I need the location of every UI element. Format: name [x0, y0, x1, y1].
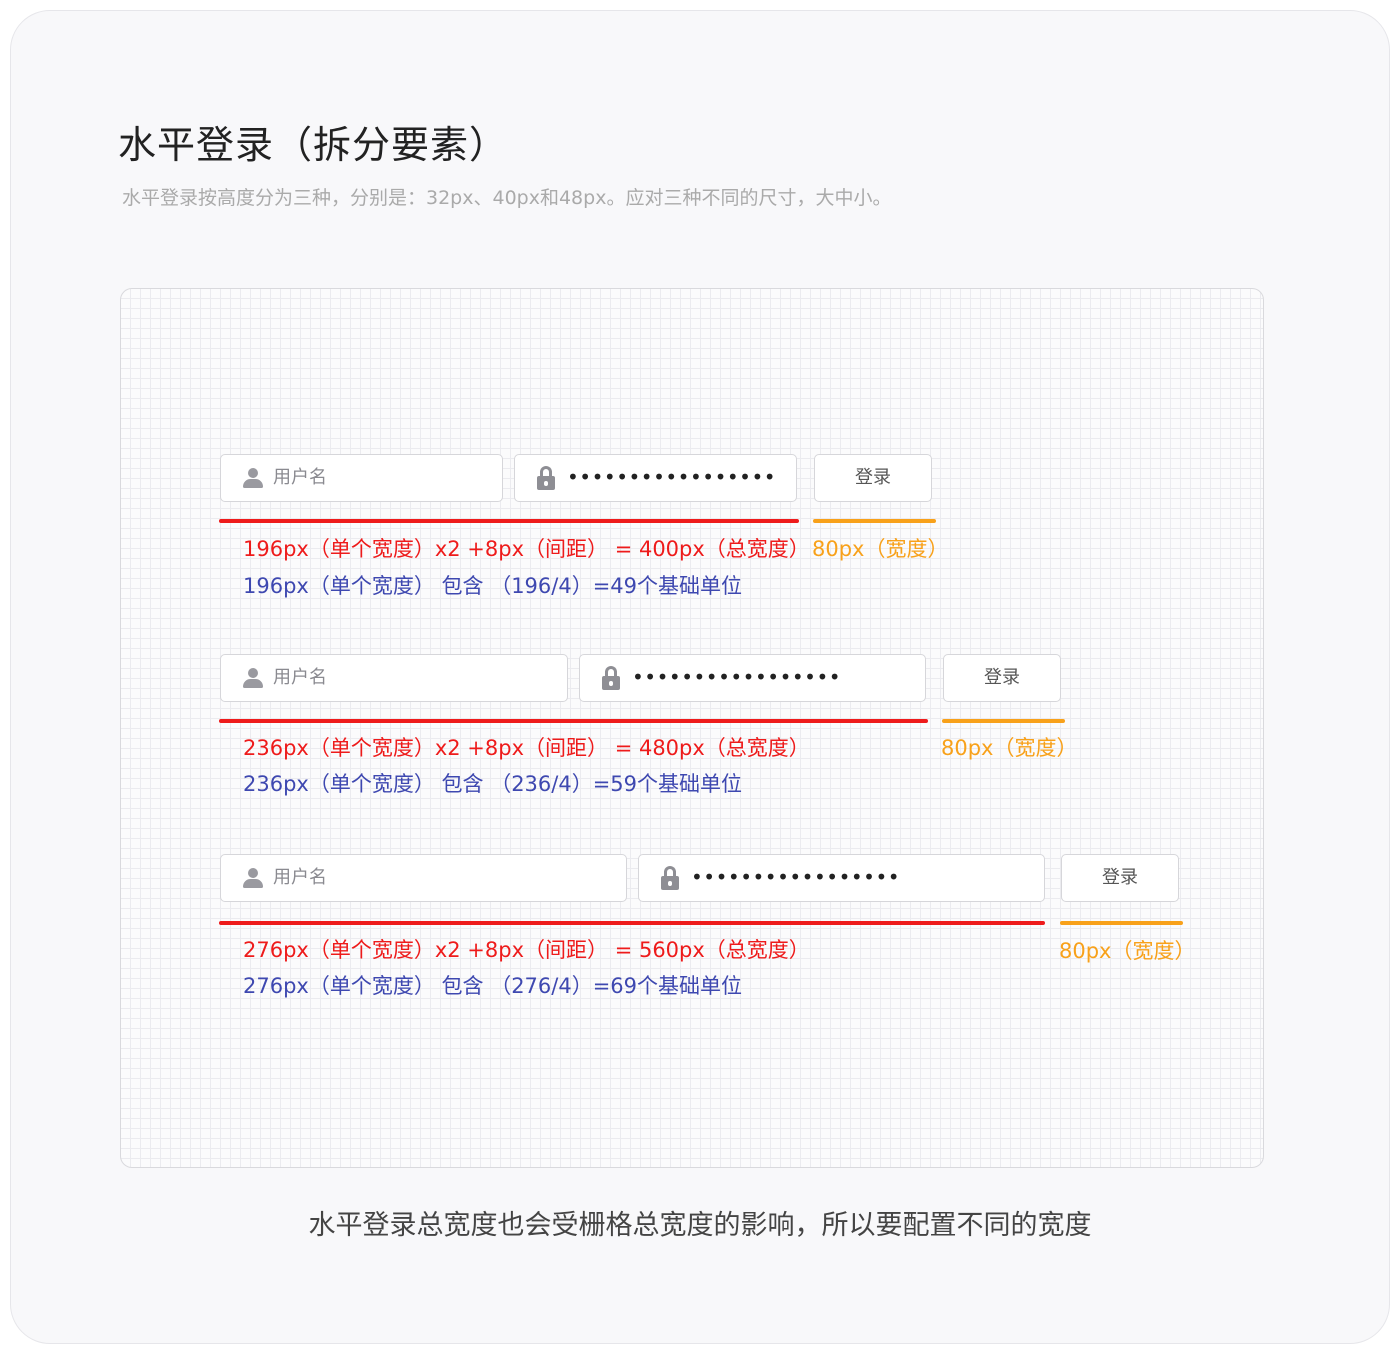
password-input[interactable]: ••••••••••••••••• — [514, 454, 797, 502]
grid-canvas: 用户名 ••••••••••••••••• 登录 196px（单个宽度）x2 +… — [120, 288, 1264, 1168]
total-width-note: 196px（单个宽度）x2 +8px（间距） = 400px（总宽度） — [243, 537, 810, 561]
username-input[interactable]: 用户名 — [220, 854, 627, 902]
total-width-line — [219, 719, 928, 723]
button-width-line — [813, 519, 936, 523]
username-input[interactable]: 用户名 — [220, 654, 568, 702]
total-width-line — [219, 519, 799, 523]
password-mask: ••••••••••••••••• — [691, 865, 901, 889]
username-placeholder: 用户名 — [273, 467, 327, 488]
page-title: 水平登录（拆分要素） — [118, 123, 509, 167]
total-width-note: 236px（单个宽度）x2 +8px（间距） = 480px（总宽度） — [243, 736, 810, 760]
button-width-line — [942, 719, 1065, 723]
page-subtitle: 水平登录按高度分为三种，分别是：32px、40px和48px。应对三种不同的尺寸… — [122, 187, 892, 209]
unit-note: 236px（单个宽度） 包含 （236/4）=59个基础单位 — [243, 772, 743, 796]
footer-caption: 水平登录总宽度也会受栅格总宽度的影响，所以要配置不同的宽度 — [308, 1210, 1092, 1241]
username-input[interactable]: 用户名 — [220, 454, 503, 502]
button-width-line — [1060, 921, 1183, 925]
button-width-note: 80px（宽度） — [812, 537, 949, 561]
password-input[interactable]: ••••••••••••••••• — [638, 854, 1045, 902]
total-width-line — [219, 921, 1045, 925]
user-icon — [243, 668, 263, 688]
login-button[interactable]: 登录 — [814, 454, 932, 502]
password-mask: ••••••••••••••••• — [632, 665, 842, 689]
lock-icon — [602, 666, 620, 690]
user-icon — [243, 868, 263, 888]
username-placeholder: 用户名 — [273, 667, 327, 688]
login-button[interactable]: 登录 — [943, 654, 1061, 702]
user-icon — [243, 468, 263, 488]
unit-note: 196px（单个宽度） 包含 （196/4）=49个基础单位 — [243, 574, 743, 598]
button-width-note: 80px（宽度） — [1059, 939, 1196, 963]
password-mask: ••••••••••••••••• — [567, 465, 777, 489]
total-width-note: 276px（单个宽度）x2 +8px（间距） = 560px（总宽度） — [243, 938, 810, 962]
button-width-note: 80px（宽度） — [941, 736, 1078, 760]
password-input[interactable]: ••••••••••••••••• — [579, 654, 926, 702]
unit-note: 276px（单个宽度） 包含 （276/4）=69个基础单位 — [243, 974, 743, 998]
lock-icon — [661, 866, 679, 890]
username-placeholder: 用户名 — [273, 867, 327, 888]
lock-icon — [537, 466, 555, 490]
login-button[interactable]: 登录 — [1061, 854, 1179, 902]
